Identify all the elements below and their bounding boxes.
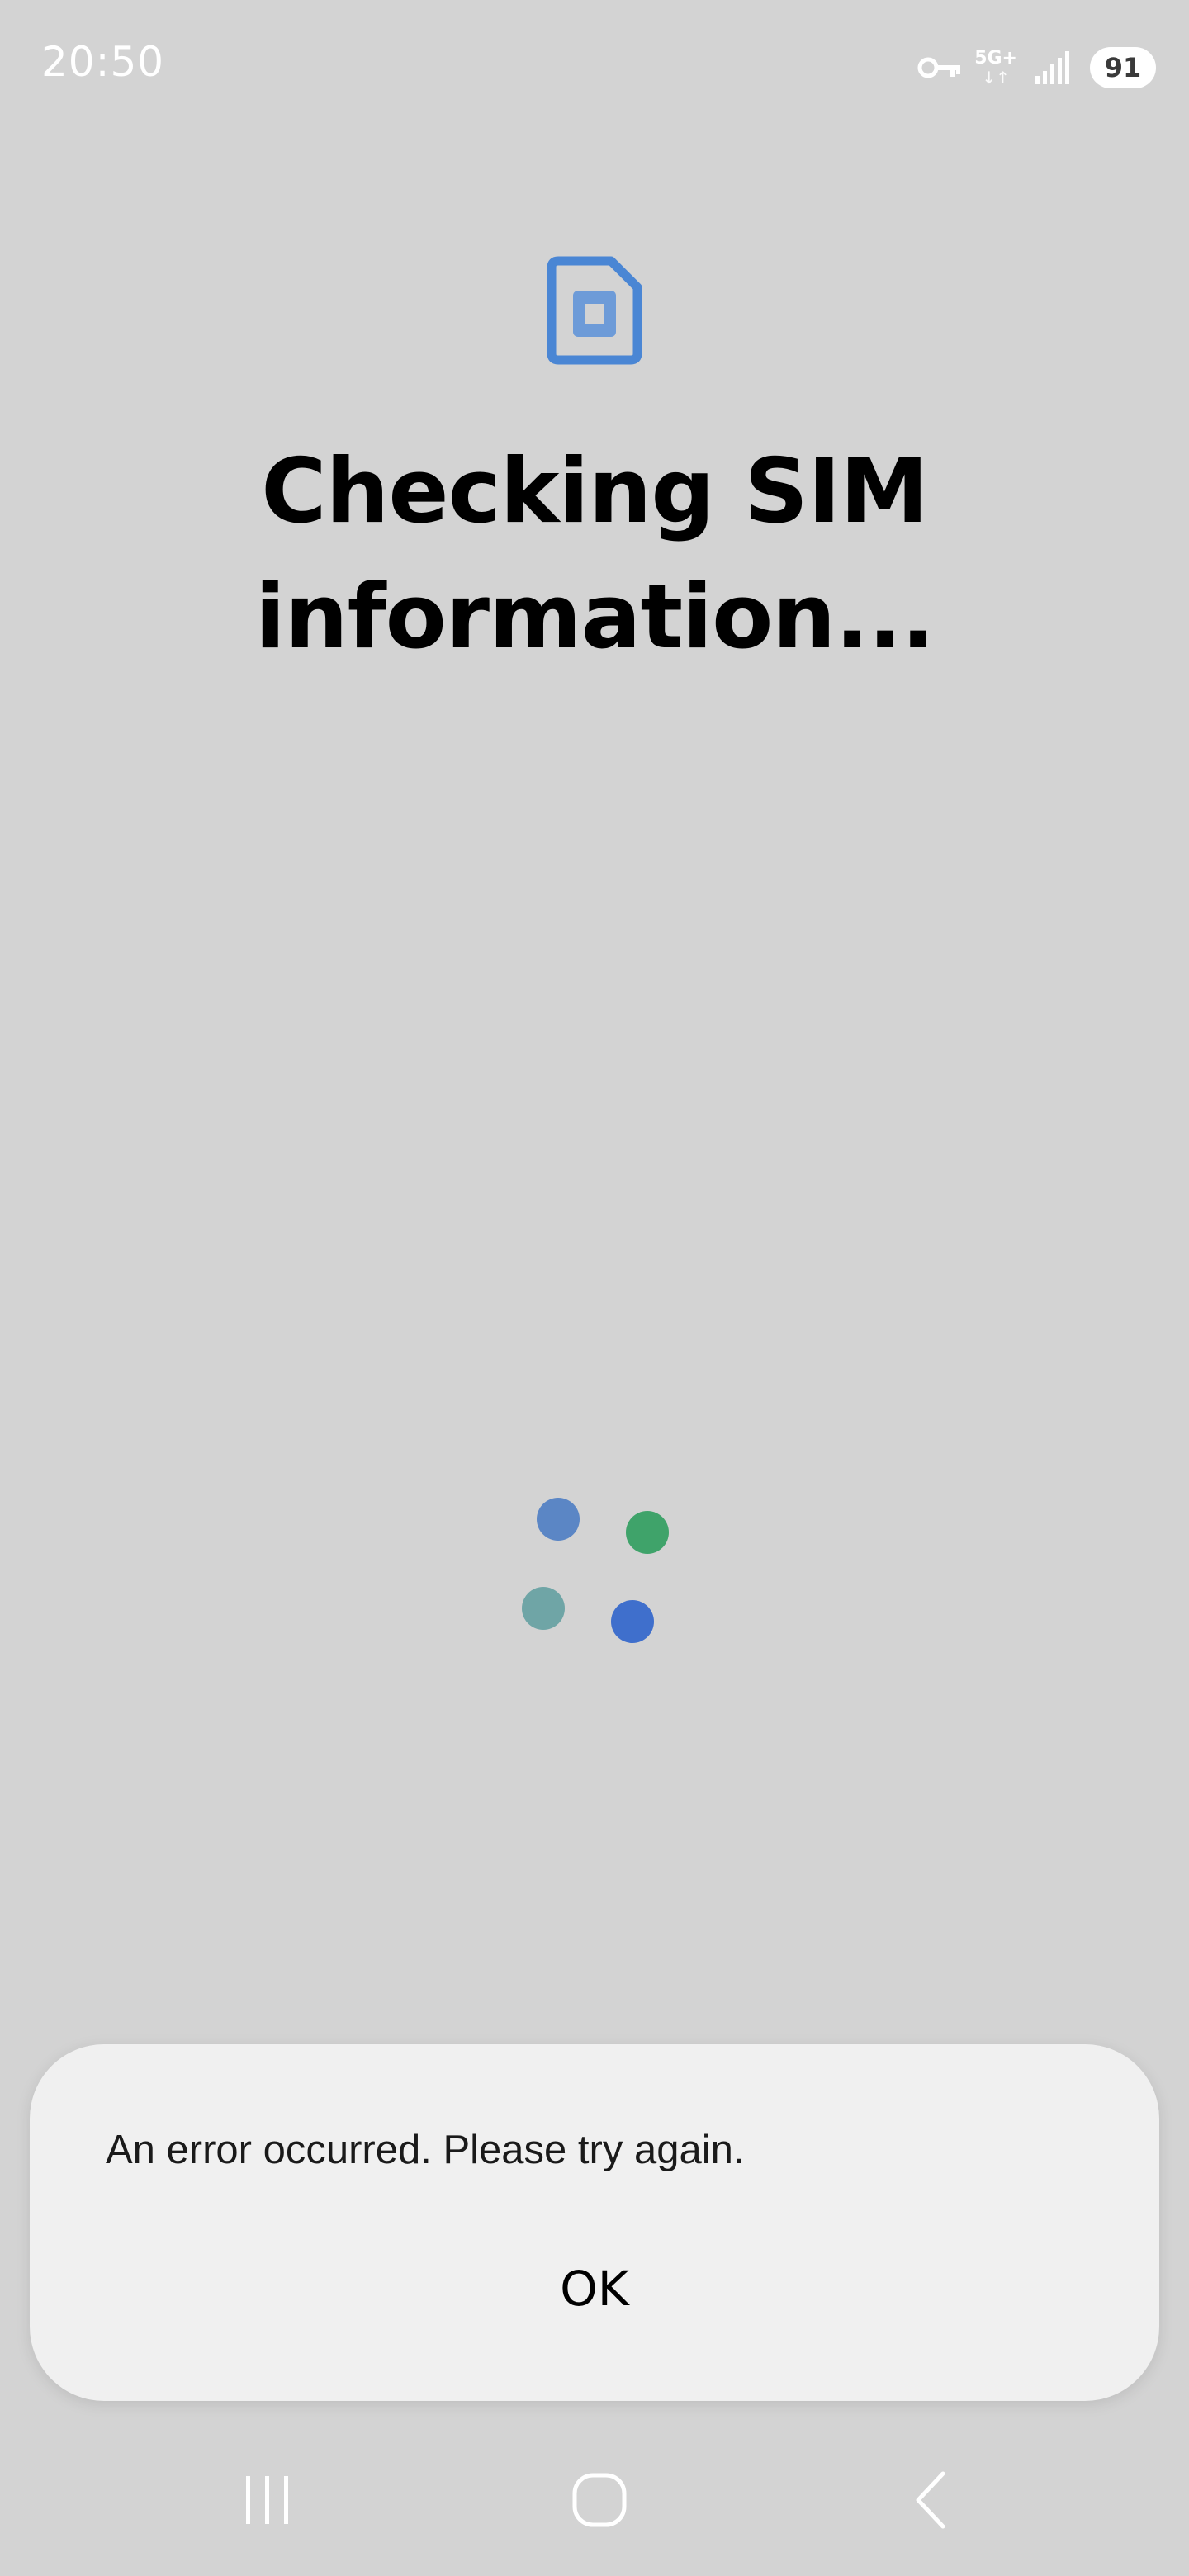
home-icon	[570, 2470, 629, 2533]
data-activity-arrows: ↓↑	[982, 68, 1010, 88]
spinner-dot	[522, 1587, 565, 1630]
network-type-label: 5G+	[974, 48, 1017, 69]
ok-button[interactable]: OK	[512, 2247, 677, 2330]
status-time: 20:50	[41, 38, 165, 86]
spinner-dot	[626, 1511, 669, 1554]
navigation-bar	[0, 2444, 1189, 2576]
page-title-line-2: information...	[254, 566, 936, 669]
sim-card-icon	[547, 256, 642, 365]
vpn-key-icon	[917, 53, 963, 83]
page-title-line-1: Checking SIM	[261, 440, 929, 543]
dialog-message: An error occurred. Please try again.	[106, 2128, 745, 2172]
battery-icon: 91	[1090, 47, 1156, 88]
error-dialog: An error occurred. Please try again. OK	[30, 2044, 1159, 2401]
recent-apps-button[interactable]	[201, 2444, 334, 2559]
recent-apps-icon	[239, 2471, 296, 2532]
page-title: Checking SIM information...	[182, 429, 1007, 680]
signal-icon	[1034, 50, 1072, 86]
loading-spinner	[512, 1486, 677, 1651]
home-button[interactable]	[533, 2444, 666, 2559]
status-icons: 5G+ ↓↑ 91	[917, 43, 1156, 92]
network-type-indicator: 5G+ ↓↑	[974, 48, 1017, 88]
back-button[interactable]	[865, 2444, 997, 2559]
back-icon	[907, 2469, 956, 2535]
status-bar: 20:50 5G+ ↓↑ 91	[0, 0, 1189, 132]
spinner-dot	[537, 1498, 580, 1541]
spinner-dot	[611, 1600, 654, 1643]
battery-level: 91	[1104, 52, 1142, 83]
